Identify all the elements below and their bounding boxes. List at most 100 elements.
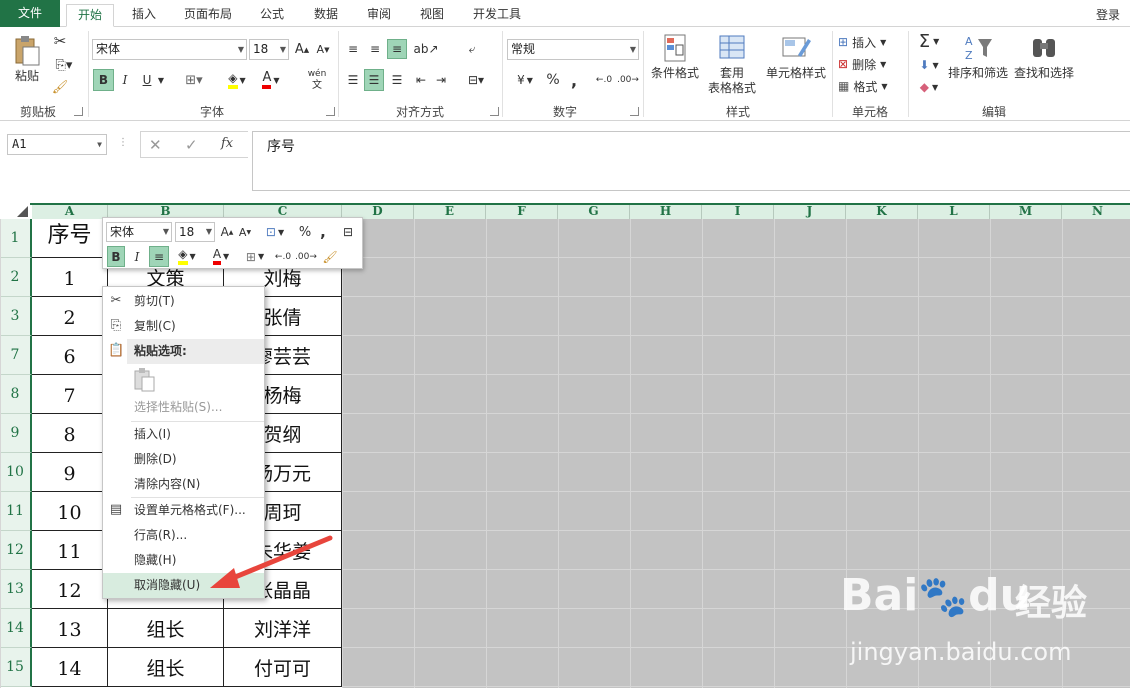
insert-function-button[interactable]: fx <box>221 136 233 151</box>
decrease-decimal-icon[interactable]: .00→ <box>617 69 639 91</box>
font-launcher-icon[interactable] <box>326 107 335 116</box>
align-left-icon[interactable]: ☰ <box>344 69 362 91</box>
cell-a7[interactable]: 6 <box>32 336 108 375</box>
percent-button[interactable]: % <box>545 69 561 91</box>
cell-c14[interactable]: 刘洋洋 <box>224 609 342 648</box>
cell-a8[interactable]: 7 <box>32 375 108 414</box>
paste-label[interactable]: 粘贴 <box>10 67 44 83</box>
menu-format-cells[interactable]: ▤ 设置单元格格式(F)... <box>103 498 264 523</box>
cell-b14[interactable]: 组长 <box>108 609 224 648</box>
increase-font-icon[interactable]: A ▲ <box>293 39 311 60</box>
fill-icon[interactable]: ⬇ ▼ <box>914 55 944 75</box>
tab-file[interactable]: 文件 <box>0 0 60 27</box>
increase-indent-icon[interactable]: ⇥ <box>432 69 450 91</box>
mini-font-color-icon[interactable]: A ▼ <box>207 246 235 267</box>
mini-borders-icon[interactable]: ⊞ ▼ <box>241 246 269 267</box>
fill-color-icon[interactable]: ◈ ▼ <box>222 69 252 91</box>
mini-decrease-font-icon[interactable]: A ▼ <box>237 222 253 242</box>
cell-a10[interactable]: 9 <box>32 453 108 492</box>
row-header-8[interactable]: 8 <box>0 375 32 414</box>
row-header-3[interactable]: 3 <box>0 297 32 336</box>
underline-dropdown-icon[interactable]: ▼ <box>156 69 166 91</box>
column-header-k[interactable]: K <box>846 203 918 219</box>
cell-a13[interactable]: 12 <box>32 570 108 609</box>
decrease-indent-icon[interactable]: ⇤ <box>412 69 430 91</box>
number-format-select[interactable]: 常规 ▼ <box>507 39 639 60</box>
format-as-table-button[interactable]: 套用 表格格式 <box>702 33 762 96</box>
find-select-button[interactable]: 查找和选择 <box>1012 33 1076 81</box>
row-header-14[interactable]: 14 <box>0 609 32 648</box>
cell-a12[interactable]: 11 <box>32 531 108 570</box>
delete-cells-button[interactable]: ⊠ 删除 ▼ <box>838 55 900 73</box>
mini-align-center-icon[interactable]: ≡ <box>149 246 169 267</box>
orientation-icon[interactable]: ab↗ <box>413 39 439 59</box>
column-header-n[interactable]: N <box>1062 203 1130 219</box>
align-middle-icon[interactable]: ≡ <box>366 39 384 59</box>
align-bottom-icon[interactable]: ≡ <box>387 39 407 59</box>
select-all-corner[interactable] <box>0 203 32 219</box>
mini-currency-icon[interactable]: ⊡ ▼ <box>261 222 289 242</box>
borders-icon[interactable]: ⊞▾ <box>180 69 208 91</box>
enter-icon[interactable]: ✓ <box>185 136 198 154</box>
menu-delete[interactable]: 删除(D) <box>103 447 264 472</box>
cell-b15[interactable]: 组长 <box>108 648 224 687</box>
column-header-g[interactable]: G <box>558 203 630 219</box>
align-right-icon[interactable]: ☰ <box>388 69 406 91</box>
cell-a11[interactable]: 10 <box>32 492 108 531</box>
wrap-text-icon[interactable]: ⤶ <box>462 39 482 59</box>
menu-copy[interactable]: ⎘ 复制(C) <box>103 314 264 339</box>
menu-clear-contents[interactable]: 清除内容(N) <box>103 472 264 497</box>
column-header-e[interactable]: E <box>414 203 486 219</box>
tab-insert[interactable]: 插入 <box>124 4 164 27</box>
column-header-a[interactable]: A <box>32 203 108 219</box>
mini-format-table-icon[interactable]: ⊟ <box>339 222 357 242</box>
currency-icon[interactable]: ¥ ▼ <box>508 69 542 91</box>
row-header-15[interactable]: 15 <box>0 648 32 687</box>
align-center-icon[interactable]: ☰ <box>364 69 384 91</box>
menu-paste-special[interactable]: 选择性粘贴(S)... <box>103 395 264 420</box>
mini-fill-color-icon[interactable]: ◈ ▼ <box>173 246 201 267</box>
clipboard-launcher-icon[interactable] <box>74 107 83 116</box>
cut-icon[interactable]: ✂ <box>50 31 70 51</box>
cell-c15[interactable]: 付可可 <box>224 648 342 687</box>
mini-bold-button[interactable]: B <box>107 246 125 267</box>
italic-button[interactable]: I <box>116 69 134 91</box>
column-header-f[interactable]: F <box>486 203 558 219</box>
mini-increase-font-icon[interactable]: A ▲ <box>219 222 235 242</box>
row-header-7[interactable]: 7 <box>0 336 32 375</box>
tab-review[interactable]: 审阅 <box>359 4 399 27</box>
cell-a14[interactable]: 13 <box>32 609 108 648</box>
mini-decrease-decimal-icon[interactable]: .00→ <box>295 246 317 267</box>
phonetic-icon[interactable]: wén 文 <box>300 67 334 93</box>
row-header-1[interactable]: 1 <box>0 219 32 258</box>
insert-cells-button[interactable]: ⊞ 插入 ▼ <box>838 33 900 51</box>
cell-a2[interactable]: 1 <box>32 258 108 297</box>
tab-home[interactable]: 开始 <box>66 4 114 27</box>
menu-cut[interactable]: ✂ 剪切(T) <box>103 289 264 314</box>
formula-input[interactable]: 序号 <box>252 131 1130 191</box>
column-header-l[interactable]: L <box>918 203 990 219</box>
format-painter-icon[interactable]: 🖌 <box>50 77 70 97</box>
tab-developer[interactable]: 开发工具 <box>466 4 528 27</box>
mini-increase-decimal-icon[interactable]: ←.0 <box>273 246 293 267</box>
row-header-13[interactable]: 13 <box>0 570 32 609</box>
clear-icon[interactable]: ◆ ▼ <box>914 77 944 97</box>
mini-size-select[interactable]: 18 ▼ <box>175 222 215 242</box>
mini-comma-button[interactable]: , <box>317 222 329 242</box>
cell-a1[interactable]: 序号 <box>32 219 108 258</box>
column-header-m[interactable]: M <box>990 203 1062 219</box>
increase-decimal-icon[interactable]: ←.0 <box>594 69 614 91</box>
mini-percent-button[interactable]: % <box>297 222 313 242</box>
cell-styles-button[interactable]: 单元格样式 <box>764 33 828 81</box>
name-box[interactable]: A1 ▼ <box>7 134 107 155</box>
comma-button[interactable]: , <box>567 69 581 91</box>
mini-italic-button[interactable]: I <box>129 246 145 267</box>
row-header-2[interactable]: 2 <box>0 258 32 297</box>
underline-button[interactable]: U <box>138 69 156 91</box>
conditional-format-button[interactable]: 条件格式 <box>648 33 702 81</box>
menu-insert[interactable]: 插入(I) <box>103 422 264 447</box>
column-header-j[interactable]: J <box>774 203 846 219</box>
row-header-10[interactable]: 10 <box>0 453 32 492</box>
cell-a15[interactable]: 14 <box>32 648 108 687</box>
row-header-9[interactable]: 9 <box>0 414 32 453</box>
